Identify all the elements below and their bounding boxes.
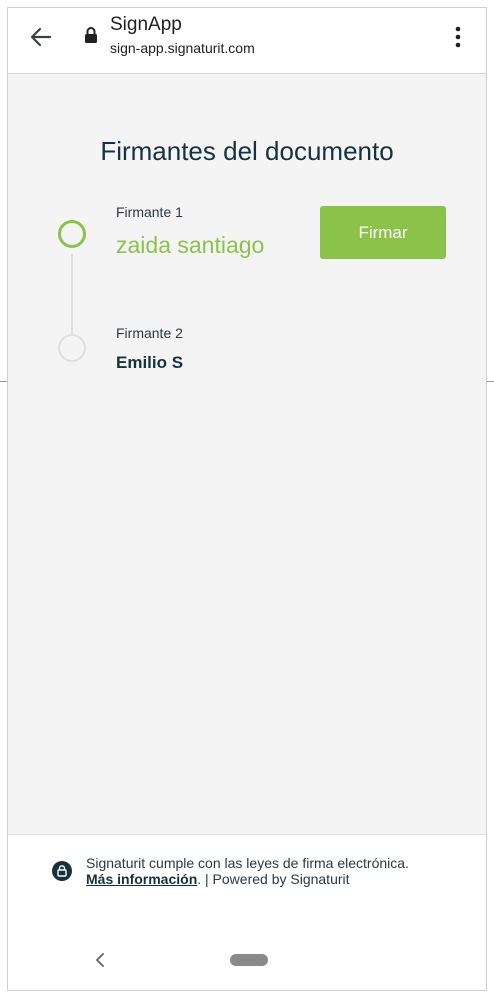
edge-line-right (487, 381, 494, 382)
signer-2-step-indicator (58, 334, 86, 362)
compliance-footer: Signaturit cumple con las leyes de firma… (8, 834, 486, 928)
back-button[interactable] (26, 22, 56, 52)
signer-2-name: Emilio S (116, 353, 184, 372)
edge-line-left (0, 381, 7, 382)
signer-1-name: zaida santiago (116, 232, 265, 258)
phone-screen: SignApp sign-app.signaturit.com Firmante… (7, 7, 487, 991)
arrow-left-icon (30, 27, 52, 47)
site-url: sign-app.signaturit.com (110, 40, 255, 56)
timeline-connector (71, 254, 73, 346)
more-info-link[interactable]: Más información (86, 871, 197, 887)
lock-icon (84, 26, 98, 44)
signer-1-step-indicator (58, 220, 86, 248)
footer-text-after: . | Powered by Signaturit (197, 871, 350, 887)
site-title: SignApp (110, 14, 182, 35)
page-title: Firmantes del documento (100, 136, 394, 166)
browser-toolbar: SignApp sign-app.signaturit.com (8, 8, 486, 74)
chevron-left-icon (96, 953, 104, 967)
sign-button[interactable]: Firmar (320, 206, 446, 259)
lock-badge-icon (52, 861, 72, 881)
overflow-menu-button[interactable] (448, 22, 468, 52)
footer-text-before: Signaturit cumple con las leyes de firma… (86, 855, 409, 871)
home-pill-icon[interactable] (230, 954, 268, 966)
footer-text: Signaturit cumple con las leyes de firma… (86, 855, 426, 887)
signer-2-caption: Firmante 2 (116, 325, 183, 341)
more-vert-icon (455, 26, 461, 48)
system-navigation-bar (8, 927, 486, 990)
signer-1-caption: Firmante 1 (116, 204, 183, 220)
nav-back-button[interactable] (92, 949, 108, 971)
